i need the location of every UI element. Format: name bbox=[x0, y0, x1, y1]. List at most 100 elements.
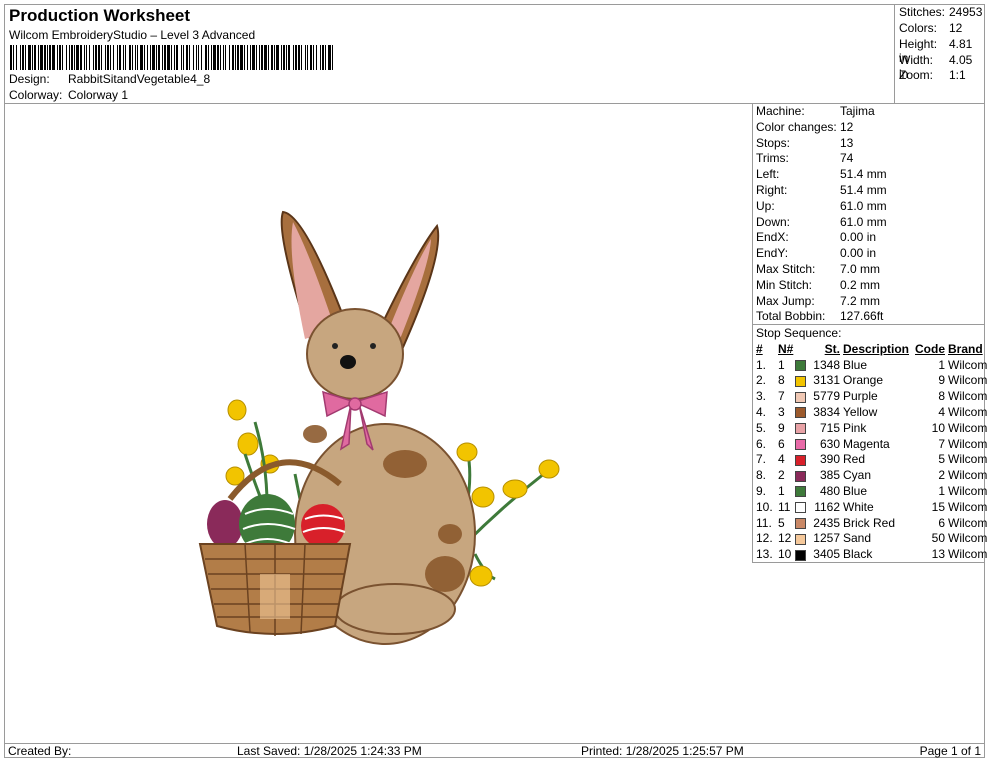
row-swatch bbox=[795, 531, 808, 547]
detail-label: Stops: bbox=[756, 136, 791, 150]
last-saved: Last Saved: 1/28/2025 1:24:33 PM bbox=[237, 744, 422, 758]
row-stitches: 715 bbox=[819, 420, 840, 435]
stat-height: Height: 4.81 in bbox=[899, 37, 985, 65]
row-index: 1. bbox=[756, 357, 767, 372]
stat-label: Zoom: bbox=[899, 68, 934, 82]
table-row: 1. 1 1348 Blue 1 Wilcom bbox=[754, 357, 988, 373]
color-swatch bbox=[795, 360, 806, 372]
colorway-label: Colorway: bbox=[9, 88, 63, 102]
row-index: 13. bbox=[756, 547, 773, 562]
row-needle: 4 bbox=[778, 452, 785, 467]
col-header-needle: N# bbox=[778, 341, 794, 356]
page-number: Page 1 of 1 bbox=[919, 744, 981, 758]
col-header-stitches: St. bbox=[824, 341, 840, 356]
row-code: 50 bbox=[931, 531, 945, 546]
detail-max-stitch: Max Stitch: 7.0 mm bbox=[756, 262, 880, 278]
table-row: 8. 2 385 Cyan 2 Wilcom bbox=[754, 467, 988, 483]
row-stitches: 480 bbox=[819, 484, 840, 499]
color-swatch bbox=[795, 549, 806, 561]
colorway-name: Colorway 1 bbox=[68, 88, 129, 102]
row-index: 2. bbox=[756, 373, 767, 388]
row-swatch bbox=[795, 357, 808, 373]
row-code: 10 bbox=[931, 420, 945, 435]
row-swatch bbox=[795, 404, 808, 420]
stat-label: Colors: bbox=[899, 21, 938, 35]
detail-label: Left: bbox=[756, 167, 780, 181]
detail-label: Min Stitch: bbox=[756, 278, 813, 292]
detail-max-jump: Max Jump: 7.2 mm bbox=[756, 294, 880, 310]
software-subtitle: Wilcom EmbroideryStudio – Level 3 Advanc… bbox=[9, 28, 256, 42]
row-code: 8 bbox=[938, 389, 945, 404]
row-description: Brick Red bbox=[843, 515, 896, 530]
created-by: Created By: bbox=[8, 744, 72, 758]
row-brand: Wilcom bbox=[948, 515, 988, 530]
table-row: 6. 6 630 Magenta 7 Wilcom bbox=[754, 436, 988, 452]
detail-color-changes: Color changes: 12 bbox=[756, 120, 853, 136]
stop-sequence-title: Stop Sequence: bbox=[756, 326, 842, 340]
row-index: 3. bbox=[756, 389, 767, 404]
row-needle: 12 bbox=[778, 531, 792, 546]
row-index: 5. bbox=[756, 420, 767, 435]
detail-min-stitch: Min Stitch: 0.2 mm bbox=[756, 278, 880, 294]
row-stitches: 390 bbox=[819, 452, 840, 467]
detail-value: 0.00 in bbox=[840, 230, 877, 244]
worksheet-footer: Created By: Last Saved: 1/28/2025 1:24:3… bbox=[4, 743, 985, 758]
col-header-description: Description bbox=[843, 341, 910, 356]
row-stitches: 1162 bbox=[814, 499, 840, 514]
row-needle: 7 bbox=[778, 389, 785, 404]
row-code: 9 bbox=[938, 373, 945, 388]
detail-left: Left: 51.4 mm bbox=[756, 167, 887, 183]
detail-value: 0.2 mm bbox=[840, 278, 881, 292]
row-code: 15 bbox=[931, 499, 945, 514]
row-brand: Wilcom bbox=[948, 468, 988, 483]
row-needle: 1 bbox=[778, 357, 785, 372]
row-brand: Wilcom bbox=[948, 389, 988, 404]
embroidery-design-image bbox=[198, 210, 560, 645]
detail-value: 61.0 mm bbox=[840, 215, 887, 229]
row-needle: 6 bbox=[778, 436, 785, 451]
stat-value: 24953 bbox=[949, 5, 983, 19]
detail-value: 127.66ft bbox=[840, 309, 884, 323]
row-description: Blue bbox=[843, 484, 868, 499]
row-needle: 9 bbox=[778, 420, 785, 435]
design-name: RabbitSitandVegetable4_8 bbox=[68, 72, 211, 86]
row-index: 10. bbox=[756, 499, 773, 514]
detail-label: Color changes: bbox=[756, 120, 837, 134]
row-needle: 5 bbox=[778, 515, 785, 530]
row-code: 5 bbox=[938, 452, 945, 467]
detail-endx: EndX: 0.00 in bbox=[756, 230, 876, 246]
printed-date: Printed: 1/28/2025 1:25:57 PM bbox=[581, 744, 744, 758]
detail-value: 51.4 mm bbox=[840, 167, 887, 181]
color-swatch bbox=[795, 517, 806, 529]
stat-zoom: Zoom: 1:1 bbox=[899, 68, 966, 84]
stat-label: Stitches: bbox=[899, 5, 946, 19]
table-row: 7. 4 390 Red 5 Wilcom bbox=[754, 452, 988, 468]
detail-value: 51.4 mm bbox=[840, 183, 887, 197]
row-brand: Wilcom bbox=[948, 436, 988, 451]
detail-up: Up: 61.0 mm bbox=[756, 199, 887, 215]
rabbit-illustration bbox=[198, 210, 560, 645]
row-needle: 2 bbox=[778, 468, 785, 483]
row-description: Pink bbox=[843, 420, 867, 435]
row-swatch bbox=[795, 467, 808, 483]
row-code: 1 bbox=[938, 357, 945, 372]
colorway-row: Colorway: Colorway 1 bbox=[9, 88, 128, 102]
col-header-code: Code bbox=[915, 341, 945, 356]
row-brand: Wilcom bbox=[948, 405, 988, 420]
detail-endy: EndY: 0.00 in bbox=[756, 246, 876, 262]
stop-sequence-table: # N# St. Description Code Brand 1. 1 1348 B… bbox=[754, 341, 988, 562]
row-description: Black bbox=[843, 547, 873, 562]
color-swatch bbox=[795, 470, 806, 482]
row-description: White bbox=[843, 499, 874, 514]
table-row: 9. 1 480 Blue 1 Wilcom bbox=[754, 483, 988, 499]
row-index: 4. bbox=[756, 405, 767, 420]
row-needle: 10 bbox=[778, 547, 792, 562]
detail-value: 7.2 mm bbox=[840, 294, 881, 308]
detail-label: Down: bbox=[756, 215, 791, 229]
detail-value: 74 bbox=[840, 151, 854, 165]
row-index: 8. bbox=[756, 468, 767, 483]
detail-stops: Stops: 13 bbox=[756, 136, 853, 152]
col-header-swatch bbox=[795, 341, 808, 357]
row-description: Orange bbox=[843, 373, 884, 388]
table-row: 12. 12 1257 Sand 50 Wilcom bbox=[754, 531, 988, 547]
